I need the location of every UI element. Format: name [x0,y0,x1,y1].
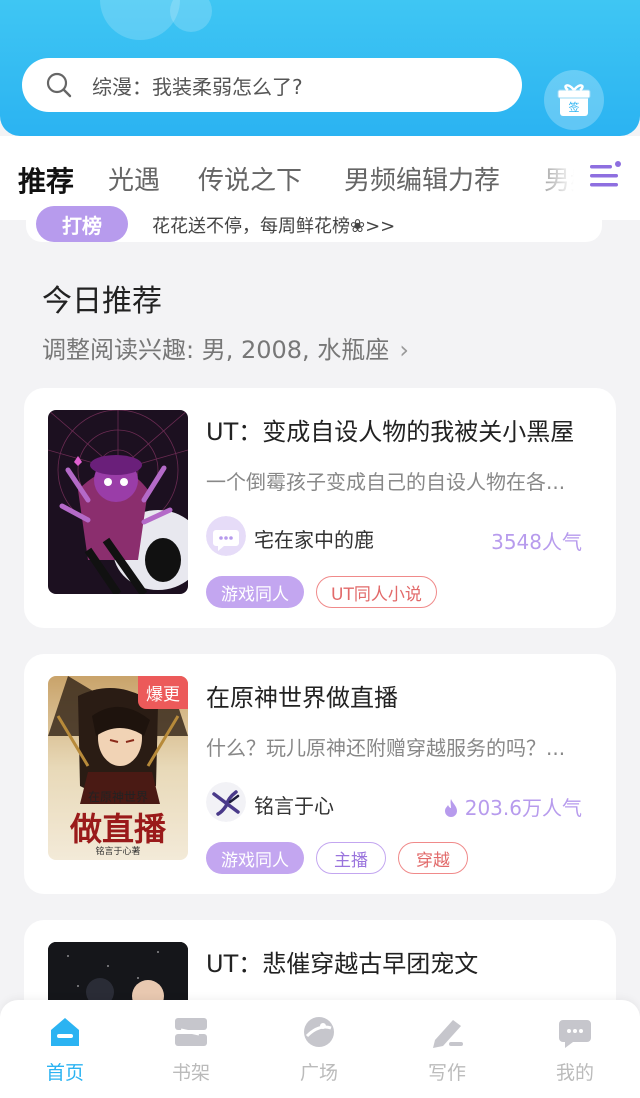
author-avatar[interactable] [206,782,246,822]
book-description: 一个倒霉孩子变成自己的自设人物在各... [206,470,566,494]
author-name[interactable]: 宅在家中的鹿 [254,524,374,553]
flame-icon [444,799,457,817]
nav-plaza[interactable]: 广场 [274,1014,364,1085]
nav-write[interactable]: 写作 [402,1014,492,1085]
nav-home-label: 首页 [45,1062,84,1084]
book-cover[interactable]: 在原神世界 做直播 铭言于心著 爆更 [48,676,188,860]
pen-icon [433,1020,463,1048]
book-cover[interactable] [48,410,188,594]
popularity-count: 3548人气 [491,530,582,554]
tag[interactable]: 游戏同人 [206,576,304,608]
book-title[interactable]: UT：变成自设人物的我被关小黑屋 [206,412,574,447]
section-title: 今日推荐 [42,284,162,319]
nav-bookshelf-label: 书架 [171,1062,210,1084]
nav-profile[interactable]: 我的 [530,1014,620,1085]
tab-guangyu[interactable]: 光遇 [108,160,160,197]
reading-interest-link[interactable]: 调整阅读兴趣: 男, 2008, 水瓶座 › [42,330,409,365]
bottom-navigation: 首页 书架 广场 写作 我的 [0,1000,640,1098]
menu-icon[interactable] [588,160,622,192]
search-bar[interactable]: 综漫：我装柔弱怎么了? [22,58,522,112]
book-card[interactable]: UT：变成自设人物的我被关小黑屋 一个倒霉孩子变成自己的自设人物在各... 宅在… [24,388,616,628]
search-placeholder: 综漫：我装柔弱怎么了? [92,74,303,99]
home-icon [51,1018,79,1046]
gift-icon: 签 [557,84,591,116]
nav-profile-label: 我的 [555,1062,594,1084]
book-title[interactable]: UT：悲催穿越古早团宠文 [206,944,478,979]
cover-subtitle: 在原神世界 [87,790,148,804]
reading-interest-text: 调整阅读兴趣: 男, 2008, 水瓶座 [42,336,390,364]
plaza-icon [304,1017,334,1047]
book-title[interactable]: 在原神世界做直播 [206,678,398,713]
nav-bookshelf[interactable]: 书架 [146,1014,236,1085]
tag[interactable]: UT同人小说 [316,576,437,608]
tag[interactable]: 游戏同人 [206,842,304,874]
flower-ranking-card[interactable]: 打榜 花花送不停，每周鲜花榜❀>> [26,200,602,242]
rank-badge: 打榜 [36,206,128,242]
rank-text: 花花送不停，每周鲜花榜❀>> [152,216,396,237]
nav-plaza-label: 广场 [299,1062,338,1084]
tab-recommend[interactable]: 推荐 [18,160,74,200]
chevron-right-icon: › [399,336,409,364]
book-description: 什么？玩儿原神还附赠穿越服务的吗？... [206,736,566,760]
bookshelf-icon [175,1018,207,1046]
signin-button[interactable]: 签 [544,70,604,130]
chat-bubble-icon [559,1020,591,1048]
author-avatar[interactable] [206,516,246,556]
author-name[interactable]: 铭言于心 [254,790,334,819]
search-icon [46,72,72,98]
nav-write-label: 写作 [427,1062,466,1084]
popularity-value: 203.6万人气 [464,796,582,820]
nav-home[interactable]: 首页 [20,1014,110,1085]
book-cover-art [48,410,188,594]
tab-undertale[interactable]: 传说之下 [198,160,302,197]
popularity-count: 203.6万人气 [443,792,582,821]
tag[interactable]: 穿越 [398,842,468,874]
app-header: 综漫：我装柔弱怎么了? 签 [0,0,640,136]
hot-update-badge: 爆更 [138,676,188,709]
signin-label: 签 [569,100,580,114]
decor-bubble [170,0,212,32]
book-card[interactable]: 在原神世界 做直播 铭言于心著 爆更 在原神世界做直播 什么？玩儿原神还附赠穿越… [24,654,616,894]
decor-bubble [100,0,180,40]
cover-author: 铭言于心著 [95,847,141,857]
tag[interactable]: 主播 [316,842,386,874]
tab-editor-picks[interactable]: 男频编辑力荐 [344,160,500,197]
